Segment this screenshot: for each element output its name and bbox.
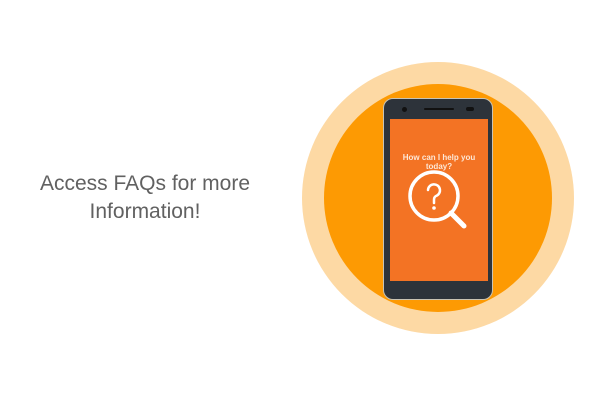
headline: Access FAQs for more Information! [20, 170, 270, 226]
magnifier-question-icon [408, 170, 467, 229]
camera-icon [402, 107, 407, 112]
smartphone-illustration: How can I help you today? [383, 98, 493, 300]
sensor-icon [466, 107, 474, 111]
speaker-icon [424, 108, 454, 110]
headline-line-2: Information! [89, 200, 201, 223]
headline-line-1: Access FAQs for more [39, 172, 251, 195]
phone-screen: How can I help you today? [390, 119, 488, 281]
